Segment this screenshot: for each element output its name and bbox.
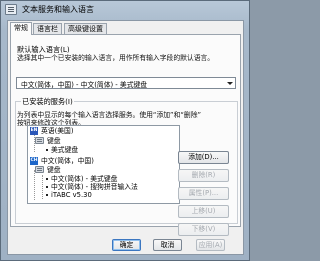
bullet-icon <box>46 194 48 196</box>
tab-advanced-key-settings[interactable]: 高级键设置 <box>64 23 107 34</box>
tree-category-label: 键盘 <box>47 166 61 174</box>
window-title: 文本服务和输入语言 <box>22 5 94 14</box>
bullet-icon <box>46 186 48 188</box>
default-language-value: 中文(简体，中国) - 中文(简体) - 美式键盘 <box>21 81 148 89</box>
move-down-button[interactable]: 下移(V) <box>178 223 229 236</box>
chevron-down-icon[interactable] <box>224 78 235 88</box>
properties-button[interactable]: 属性(P)... <box>178 187 229 200</box>
ok-button[interactable]: 确定 <box>112 239 141 251</box>
installed-services-title: 已安装的服务(I) <box>21 97 74 107</box>
cancel-button[interactable]: 取消 <box>153 239 182 251</box>
bullet-icon <box>46 149 48 151</box>
language-badge-en: EN <box>30 127 38 135</box>
title-bar[interactable]: 文本服务和输入语言 <box>1 1 249 19</box>
add-button[interactable]: 添加(D)... <box>178 151 229 164</box>
tree-language-label: 英语(美国) <box>41 127 74 135</box>
default-language-description: 选择其中一个已安装的输入语言，用作所有输入字段的默认语言。 <box>17 54 215 62</box>
keyboard-icon <box>35 166 44 173</box>
tree-item-label: iTABC v5.30 <box>51 191 92 199</box>
move-up-button[interactable]: 上移(U) <box>178 205 229 218</box>
tree-category-label: 键盘 <box>47 137 61 145</box>
keyboard-icon <box>35 137 44 144</box>
tree-item-label: 美式键盘 <box>51 146 79 154</box>
apply-button[interactable]: 应用(A) <box>196 239 225 251</box>
remove-button[interactable]: 删除(R) <box>178 169 229 182</box>
language-badge-ch: CH <box>30 157 38 165</box>
tree-item-label: 中文(简体) - 搜狗拼音输入法 <box>51 183 138 191</box>
installed-services-tree[interactable]: EN 英语(美国) 键盘 美式键盘 CH 中文(简体，中国) 键盘 中文(简体)… <box>27 125 180 204</box>
dialog-window: 文本服务和输入语言 常规 语言栏 高级键设置 默认输入语言(L) 选择其中一个已… <box>0 0 250 261</box>
tree-language-label: 中文(简体，中国) <box>41 157 94 165</box>
keyboard-app-icon <box>5 4 17 15</box>
dialog-client-area: 常规 语言栏 高级键设置 默认输入语言(L) 选择其中一个已安装的输入语言，用作… <box>7 20 244 255</box>
default-language-select[interactable]: 中文(简体，中国) - 中文(简体) - 美式键盘 <box>16 77 236 89</box>
tree-item-label: 中文(简体) - 美式键盘 <box>51 175 118 183</box>
tab-general[interactable]: 常规 <box>10 22 32 35</box>
tab-language-bar[interactable]: 语言栏 <box>33 23 62 34</box>
bullet-icon <box>46 178 48 180</box>
